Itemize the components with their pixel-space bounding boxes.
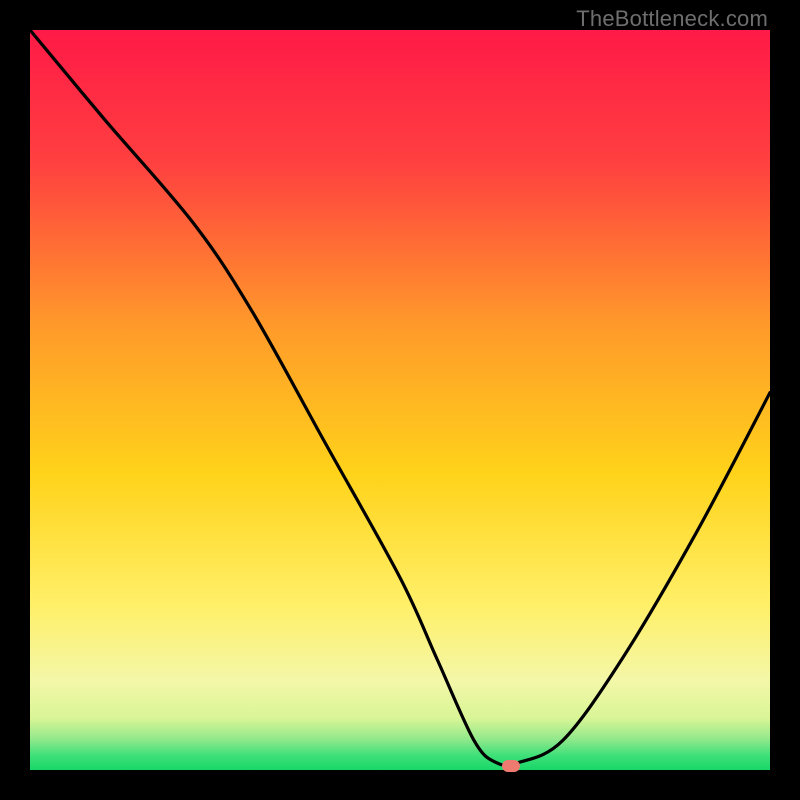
- watermark-text: TheBottleneck.com: [576, 6, 768, 32]
- plot-area: [30, 30, 770, 770]
- bottleneck-curve: [30, 30, 770, 765]
- curve-layer: [30, 30, 770, 770]
- optimal-marker: [502, 760, 520, 772]
- chart-frame: TheBottleneck.com: [0, 0, 800, 800]
